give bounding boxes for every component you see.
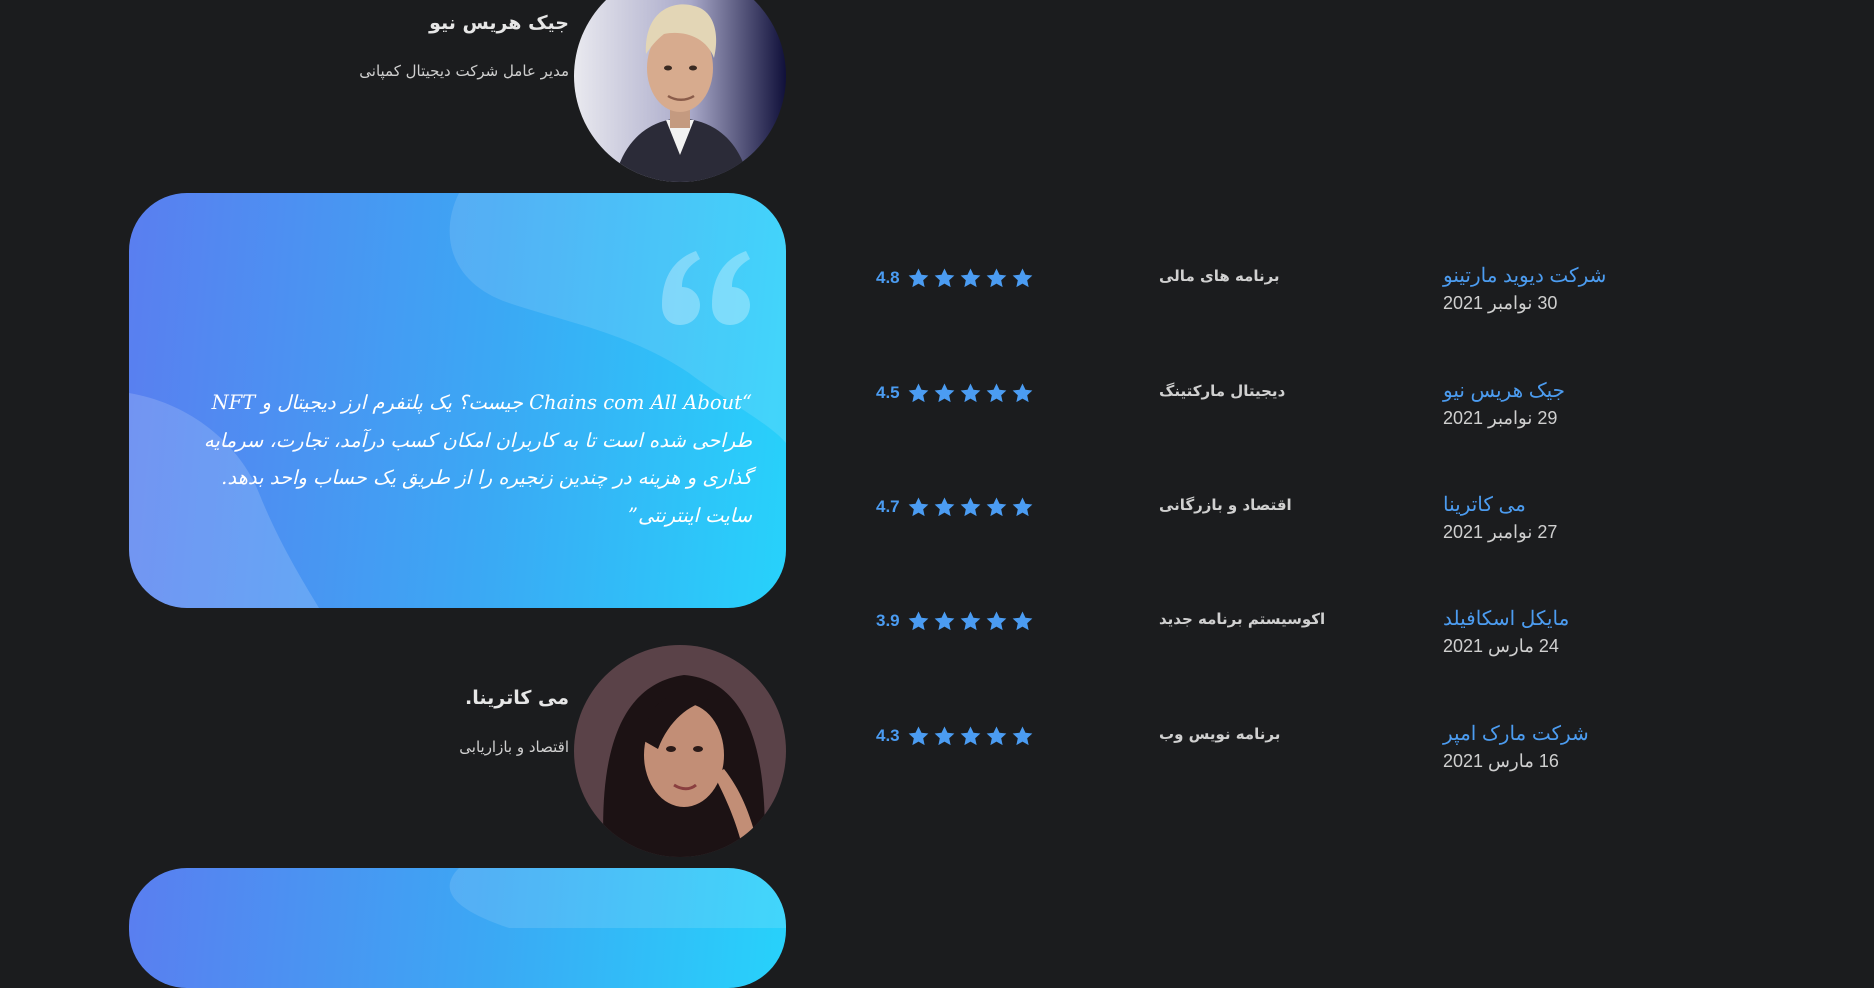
star-icon	[960, 610, 981, 630]
star-icon	[986, 496, 1007, 516]
star-icon	[986, 382, 1007, 402]
list-item: 3.9 اکوسیستم برنامه جدید مایکل اسکافیلد 24 …	[0, 606, 1874, 666]
star-icon	[908, 496, 929, 516]
star-icon	[1012, 496, 1033, 516]
star-icon	[1012, 267, 1033, 287]
star-icon	[1012, 610, 1033, 630]
category-label: اقتصاد و بازرگانی	[1159, 496, 1292, 514]
star-icon	[908, 610, 929, 630]
org-date: 29 نوامبر 2021	[1443, 408, 1558, 428]
rating-value: 4.8	[876, 268, 900, 287]
org-name-link[interactable]: جیک هریس نیو	[1443, 378, 1565, 403]
list-item: 4.8 برنامه های مالی شرکت دیوید مارتینو 30 ن…	[0, 263, 1874, 323]
star-icon	[908, 725, 929, 745]
org-date: 24 مارس 2021	[1443, 636, 1559, 656]
rating-value: 3.9	[876, 611, 900, 630]
rating: 4.3	[876, 721, 1034, 751]
star-icon	[934, 267, 955, 287]
rating-value: 4.7	[876, 497, 900, 516]
list-item: 4.3 برنامه نویس وب شرکت مارک امپر 16 مارس 2…	[0, 721, 1874, 781]
org-name-link[interactable]: شرکت مارک امپر	[1443, 721, 1589, 746]
star-icon	[986, 610, 1007, 630]
org-name-link[interactable]: می کاترینا	[1443, 492, 1526, 517]
quote-card-2	[129, 868, 786, 988]
star-icon	[960, 267, 981, 287]
star-icon	[934, 725, 955, 745]
star-icon	[908, 267, 929, 287]
rating-value: 4.3	[876, 726, 900, 745]
star-icon	[960, 382, 981, 402]
avatar-man-image	[574, 0, 786, 182]
org-name-link[interactable]: مایکل اسکافیلد	[1443, 606, 1569, 631]
star-icon	[1012, 382, 1033, 402]
rating: 4.8	[876, 263, 1034, 293]
category-label: اکوسیستم برنامه جدید	[1159, 610, 1326, 628]
testimonial-name: جیک هریس نیو	[429, 12, 569, 34]
category-label: برنامه های مالی	[1159, 267, 1280, 285]
testimonial-role: مدیر عامل شرکت دیجیتال کمپانی	[359, 62, 569, 80]
star-icon	[960, 496, 981, 516]
star-icon	[908, 382, 929, 402]
card-wave-decoration	[449, 868, 786, 928]
star-icon	[934, 610, 955, 630]
org-name-link[interactable]: شرکت دیوید مارتینو	[1443, 263, 1606, 288]
rating-value: 4.5	[876, 383, 900, 402]
star-icon	[934, 382, 955, 402]
star-icon	[934, 496, 955, 516]
org-date: 27 نوامبر 2021	[1443, 522, 1558, 542]
star-icon	[986, 267, 1007, 287]
org-date: 16 مارس 2021	[1443, 751, 1559, 771]
star-icon	[986, 725, 1007, 745]
category-label: برنامه نویس وب	[1159, 725, 1281, 743]
star-icon	[960, 725, 981, 745]
star-icon	[1012, 725, 1033, 745]
rating: 4.7	[876, 492, 1034, 522]
rating: 3.9	[876, 606, 1034, 636]
list-item: 4.7 اقتصاد و بازرگانی می کاترینا 27 نوامبر …	[0, 492, 1874, 552]
testimonial-name: می کاترینا.	[465, 687, 569, 709]
list-item: 4.5 دیجیتال مارکتینگ جیک هریس نیو 29 نوامبر…	[0, 378, 1874, 438]
category-label: دیجیتال مارکتینگ	[1159, 382, 1286, 400]
testimonial-avatar-1	[574, 0, 786, 182]
rating: 4.5	[876, 378, 1034, 408]
org-date: 30 نوامبر 2021	[1443, 293, 1558, 313]
